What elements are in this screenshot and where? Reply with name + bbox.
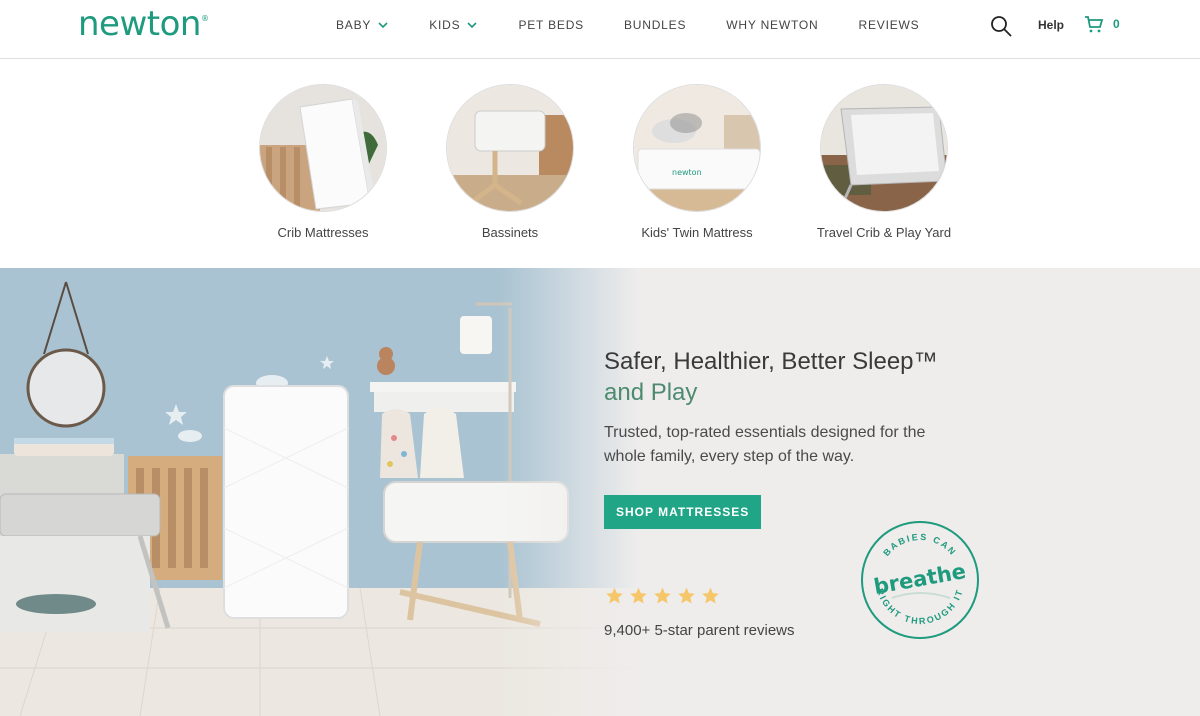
svg-text:newton: newton bbox=[672, 168, 702, 177]
star-icon bbox=[678, 587, 695, 604]
svg-text:BABIES CAN: BABIES CAN bbox=[881, 532, 959, 558]
category-kids-twin-mattress[interactable]: newton Kids' Twin Mattress bbox=[612, 84, 782, 240]
breathe-badge: BABIES CAN breathe RIGHT THROUGH IT bbox=[861, 521, 979, 639]
category-label: Travel Crib & Play Yard bbox=[816, 225, 952, 240]
site-header: newton® BABY KIDS PET BEDS BUNDLES WHY N… bbox=[0, 0, 1200, 59]
cart-icon bbox=[1085, 16, 1104, 33]
star-icon bbox=[654, 587, 671, 604]
nav-reviews[interactable]: REVIEWS bbox=[859, 18, 920, 32]
help-link[interactable]: Help bbox=[1038, 18, 1064, 32]
category-label: Bassinets bbox=[481, 225, 539, 240]
nav-baby[interactable]: BABY bbox=[336, 18, 389, 32]
cart-button[interactable]: 0 bbox=[1084, 14, 1120, 34]
crib-mattress-image bbox=[259, 84, 387, 212]
review-count: 9,400+ 5-star parent reviews bbox=[604, 622, 795, 639]
star-rating bbox=[604, 586, 721, 606]
category-crib-mattresses[interactable]: Crib Mattresses bbox=[238, 84, 408, 240]
cart-count: 0 bbox=[1113, 17, 1120, 31]
nav-bundles[interactable]: BUNDLES bbox=[624, 18, 686, 32]
category-label: Kids' Twin Mattress bbox=[641, 225, 753, 240]
nursery-hero-image bbox=[0, 268, 640, 716]
star-icon bbox=[606, 587, 623, 604]
hero-banner: Safer, Healthier, Better Sleep™ and Play… bbox=[0, 268, 1200, 716]
chevron-down-icon bbox=[467, 22, 478, 29]
twin-mattress-image: newton bbox=[633, 84, 761, 212]
bassinet-image bbox=[446, 84, 574, 212]
category-travel-crib[interactable]: Travel Crib & Play Yard bbox=[799, 84, 969, 240]
star-icon bbox=[702, 587, 719, 604]
category-strip: Crib Mattresses Bassinets newton Kids' T… bbox=[0, 84, 1200, 270]
chevron-down-icon bbox=[378, 22, 388, 29]
category-bassinets[interactable]: Bassinets bbox=[425, 84, 595, 240]
star-icon bbox=[630, 587, 647, 604]
newton-logo[interactable]: newton® bbox=[78, 4, 209, 44]
main-nav: BABY KIDS PET BEDS BUNDLES WHY NEWTON RE… bbox=[336, 18, 959, 32]
badge-top-text: BABIES CAN bbox=[881, 532, 957, 558]
nav-pet-beds[interactable]: PET BEDS bbox=[518, 18, 584, 32]
hero-title: Safer, Healthier, Better Sleep™ bbox=[604, 348, 938, 375]
nav-why-newton[interactable]: WHY NEWTON bbox=[726, 18, 818, 32]
hero-title-accent: and Play bbox=[604, 379, 698, 406]
hero-subtitle: Trusted, top-rated essentials designed f… bbox=[604, 424, 926, 465]
nav-kids[interactable]: KIDS bbox=[429, 18, 478, 32]
hero-copy: Safer, Healthier, Better Sleep™ and Play… bbox=[604, 346, 1024, 529]
travel-crib-image bbox=[820, 84, 948, 212]
search-icon[interactable] bbox=[989, 14, 1013, 38]
shop-mattresses-button[interactable]: SHOP MATTRESSES bbox=[604, 495, 762, 529]
category-label: Crib Mattresses bbox=[277, 225, 369, 240]
